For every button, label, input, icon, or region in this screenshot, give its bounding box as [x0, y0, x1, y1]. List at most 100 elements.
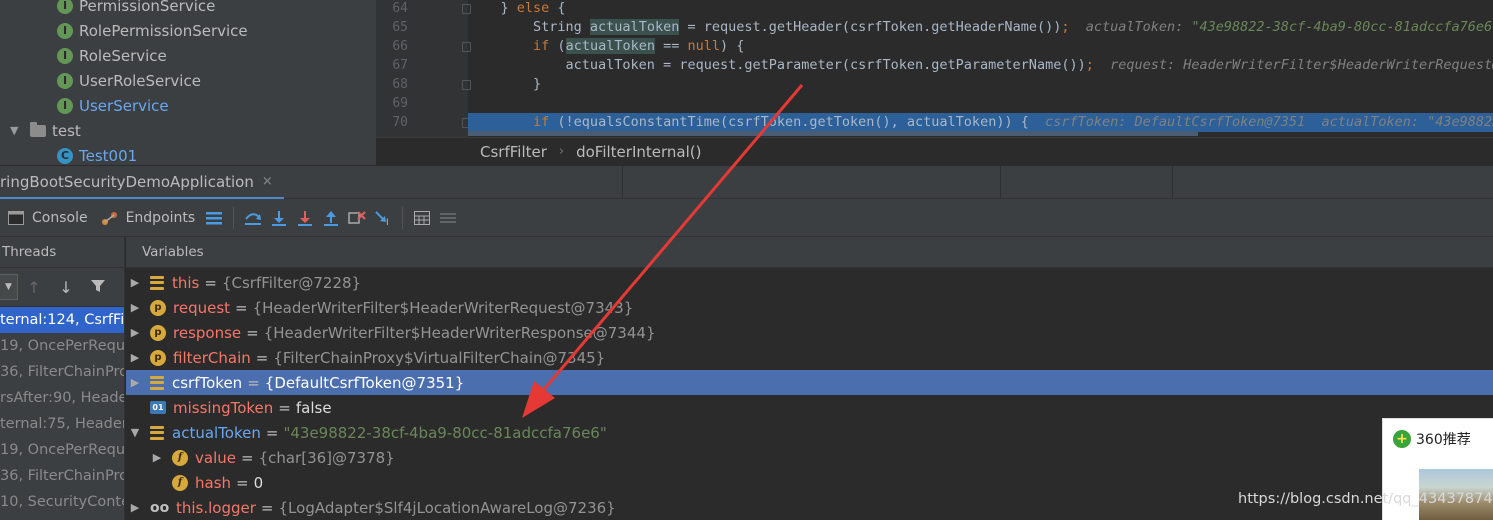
- class-icon: C: [57, 147, 73, 164]
- tree-item[interactable]: I UserRoleService: [57, 68, 201, 93]
- tree-item-label: Test001: [79, 146, 138, 165]
- frame-item[interactable]: ternal:124, CsrfFilter: [0, 307, 124, 333]
- frame-item[interactable]: rsAfter:90, HeaderWriterFilter: [0, 385, 124, 411]
- toolbar-divider: [402, 206, 404, 229]
- code-line[interactable]: } else {: [468, 0, 1493, 18]
- variable-row[interactable]: ▶ p filterChain = {FilterChainProxy$VirtualF…: [126, 345, 1493, 370]
- chevron-down-icon[interactable]: ▼: [10, 124, 22, 137]
- chevron-right-icon[interactable]: ▶: [152, 451, 162, 464]
- tree-item[interactable]: I UserService: [57, 93, 169, 118]
- interface-icon: I: [57, 47, 73, 64]
- variable-row[interactable]: ▶ csrfToken = {DefaultCsrfToken@7351}: [126, 370, 1493, 395]
- tree-item[interactable]: ▼ test: [10, 118, 81, 143]
- chevron-right-icon[interactable]: ▶: [130, 376, 140, 389]
- code-token: actualToken: [589, 19, 680, 35]
- arrow-up-icon[interactable]: ↑: [18, 278, 50, 297]
- code-token: ;: [1085, 57, 1094, 73]
- interface-icon: I: [57, 0, 73, 14]
- variable-value: {DefaultCsrfToken@7351}: [264, 373, 465, 392]
- watch-icon: oo: [150, 499, 170, 516]
- console-tab[interactable]: Console: [0, 204, 94, 232]
- tree-item[interactable]: I RoleService: [57, 43, 167, 68]
- breadcrumb-method[interactable]: doFilterInternal(): [576, 143, 701, 161]
- code-line[interactable]: if (!equalsConstantTime(csrfToken.getTok…: [468, 113, 1493, 132]
- frame-item[interactable]: ternal:75, HeaderWriterFilter: [0, 411, 124, 437]
- variable-name: filterChain: [173, 348, 251, 367]
- step-over-icon[interactable]: [240, 204, 266, 232]
- frame-item[interactable]: 36, FilterChainProxy: [0, 359, 124, 385]
- chevron-down-icon[interactable]: ▼: [130, 426, 140, 439]
- chevron-right-icon[interactable]: ▶: [130, 501, 140, 514]
- code-token: actualToken: [565, 38, 655, 54]
- variable-value: 0: [253, 473, 264, 492]
- variable-row[interactable]: ▶ p response = {HeaderWriterFilter$HeaderWri…: [126, 320, 1493, 345]
- force-step-into-icon[interactable]: [292, 204, 318, 232]
- thread-select-dropdown[interactable]: ▼: [0, 274, 18, 300]
- code-token: {: [549, 0, 566, 16]
- editor-scrollbar[interactable]: [468, 131, 1198, 136]
- trace-stream-icon[interactable]: [435, 204, 461, 232]
- variable-value: {FilterChainProxy$VirtualFilterChain@734…: [273, 348, 606, 367]
- variable-row[interactable]: ▶ this = {CsrfFilter@7228}: [126, 270, 1493, 295]
- chevron-right-icon[interactable]: ▶: [130, 326, 140, 339]
- frames-layout-icon[interactable]: [201, 204, 227, 232]
- variable-name: missingToken: [173, 398, 274, 417]
- code-line[interactable]: actualToken = request.getParameter(csrfT…: [468, 56, 1493, 75]
- equals-sign: =: [240, 448, 254, 467]
- variable-name: csrfToken: [172, 373, 243, 392]
- variable-row[interactable]: ▶ p request = {HeaderWriterFilter$HeaderWrit…: [126, 295, 1493, 320]
- line-number: 66: [392, 39, 408, 54]
- code-token: (: [549, 38, 566, 54]
- evaluate-expression-icon[interactable]: [409, 204, 435, 232]
- variable-name: this: [172, 273, 200, 292]
- popup-title[interactable]: + 360推荐: [1393, 429, 1471, 449]
- chevron-right-icon[interactable]: ▶: [130, 276, 140, 289]
- step-into-icon[interactable]: [266, 204, 292, 232]
- debug-tab-bar: ringBootSecurityDemoApplication ×: [0, 165, 1493, 200]
- frame-item[interactable]: 36, FilterChainProxy: [0, 463, 124, 489]
- code-token: actualToken = request.getParameter(csrfT…: [468, 57, 1086, 73]
- tree-item[interactable]: I RolePermissionService: [57, 18, 248, 43]
- debug-session-tab[interactable]: ringBootSecurityDemoApplication ×: [0, 166, 284, 200]
- breadcrumb-class[interactable]: CsrfFilter: [480, 143, 547, 161]
- equals-sign: =: [255, 348, 269, 367]
- interface-icon: I: [57, 97, 73, 114]
- drop-frame-icon[interactable]: [344, 204, 370, 232]
- chevron-right-icon[interactable]: ▶: [130, 301, 140, 314]
- frame-item[interactable]: 10, SecurityContextPersistenceFilter: [0, 489, 124, 515]
- variable-name: this.logger: [176, 498, 256, 517]
- code-line[interactable]: }: [468, 75, 1493, 94]
- code-line[interactable]: if (actualToken == null) {: [468, 37, 1493, 56]
- tree-item[interactable]: C Test001: [57, 143, 137, 165]
- variable-name: request: [173, 298, 231, 317]
- variable-stack-icon: [150, 375, 164, 390]
- line-number: 70: [392, 115, 408, 130]
- endpoints-tab[interactable]: Endpoints: [94, 204, 202, 232]
- code-line[interactable]: String actualToken = request.getHeader(c…: [468, 18, 1493, 37]
- frames-tools: ▼ ↑ ↓: [0, 268, 124, 307]
- frame-item[interactable]: 19, OncePerRequestFilter: [0, 333, 124, 359]
- tab-divider: [622, 166, 623, 200]
- code-editor[interactable]: 64 65 66 67 68 69 70 } else { String actualTok…: [376, 0, 1493, 137]
- chevron-right-icon[interactable]: ▶: [130, 351, 140, 364]
- step-out-icon[interactable]: [318, 204, 344, 232]
- close-icon[interactable]: ×: [262, 174, 273, 189]
- arrow-down-icon[interactable]: ↓: [50, 278, 82, 297]
- run-to-cursor-icon[interactable]: I: [370, 204, 396, 232]
- frame-item[interactable]: 19, OncePerRequestFilter: [0, 437, 124, 463]
- code-token: request: HeaderWriterFilter$HeaderWriter…: [1093, 57, 1493, 73]
- code-line[interactable]: [468, 94, 1493, 113]
- debug-session-label: ringBootSecurityDemoApplication: [0, 172, 254, 191]
- chevron-down-icon: ▼: [5, 282, 12, 292]
- watermark: https://blog.csdn.net/qq_43437874: [1238, 491, 1493, 507]
- variable-row[interactable]: ▶ f value = {char[36]@7378}: [126, 445, 1493, 470]
- code-token: }: [468, 0, 517, 16]
- breadcrumb-separator: ›: [558, 144, 565, 159]
- variable-row[interactable]: ▼ actualToken = "43e98822-38cf-4ba9-80cc-81…: [126, 420, 1493, 445]
- tree-item[interactable]: I PermissionService: [57, 0, 215, 18]
- code-token: (!equalsConstantTime(csrfToken.getToken(…: [549, 114, 1029, 130]
- filter-icon[interactable]: [82, 278, 114, 297]
- popup-title-text: 360推荐: [1416, 432, 1471, 448]
- equals-sign: =: [247, 373, 260, 392]
- variable-row[interactable]: 01 missingToken = false: [126, 395, 1493, 420]
